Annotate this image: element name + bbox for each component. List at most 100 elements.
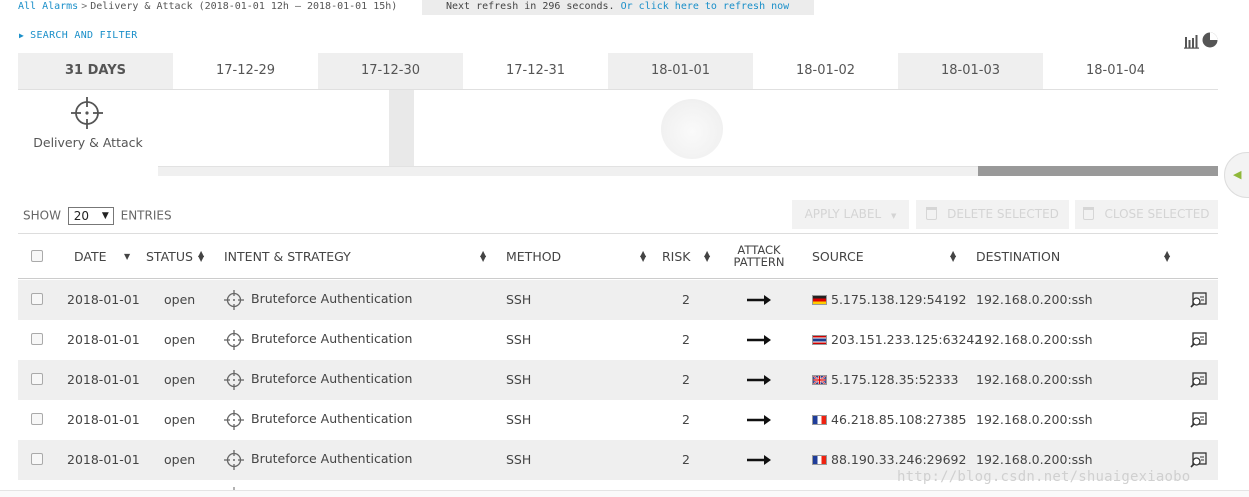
row-source-text: 203.151.233.125:63242 <box>831 332 983 347</box>
column-header-method[interactable]: METHOD ▲ ▼ <box>506 234 646 279</box>
row-status: open <box>164 412 196 427</box>
page-size-select[interactable]: 20 ▼ <box>67 207 114 225</box>
column-header-status[interactable]: STATUS ▲ ▼ <box>146 234 204 279</box>
search-filter-label: SEARCH AND FILTER <box>30 30 138 41</box>
table-row[interactable]: 2018-01-01 open Bruteforce Authenticatio… <box>18 320 1218 360</box>
arrow-right-icon <box>747 335 771 345</box>
tab-18-01-03[interactable]: 18-01-03 <box>898 53 1043 89</box>
tab-17-12-29[interactable]: 17-12-29 <box>173 53 318 89</box>
trash-icon <box>926 207 938 220</box>
details-icon[interactable] <box>1190 332 1207 348</box>
chevron-down-icon: ▼ <box>101 211 109 221</box>
refresh-now-link[interactable]: Or click here to refresh now <box>621 1 790 12</box>
column-header-destination[interactable]: DESTINATION ▲ ▼ <box>976 234 1170 279</box>
row-checkbox[interactable] <box>31 293 43 305</box>
bottom-status-bar <box>0 490 1249 497</box>
row-destination[interactable]: 192.168.0.200:ssh <box>976 360 1093 400</box>
bar-pie-chart-icon[interactable] <box>1184 31 1218 49</box>
timeline-scrollbar-thumb[interactable] <box>978 166 1218 176</box>
tab-18-01-04[interactable]: 18-01-04 <box>1043 53 1188 89</box>
tab-18-01-02[interactable]: 18-01-02 <box>753 53 898 89</box>
close-selected-button[interactable]: CLOSE SELECTED <box>1075 200 1218 229</box>
row-intent[interactable]: Bruteforce Authentication <box>251 360 412 400</box>
timeline-tabs: 31 DAYS 17-12-29 17-12-30 17-12-31 18-01… <box>18 53 1190 89</box>
row-intent[interactable]: Bruteforce Authentication <box>251 400 412 440</box>
row-source-text: 46.218.85.108:27385 <box>831 412 967 427</box>
column-header-source[interactable]: SOURCE ▲ ▼ <box>812 234 956 279</box>
crosshair-icon <box>71 97 103 129</box>
row-intent[interactable]: Bruteforce Authentication <box>251 280 412 320</box>
column-status-label: STATUS <box>146 249 193 264</box>
select-all-checkbox[interactable] <box>31 250 43 262</box>
row-intent[interactable]: Bruteforce Authentication <box>251 320 412 360</box>
column-risk-label: RISK <box>662 249 691 264</box>
table-row[interactable]: 2018-01-01 open Bruteforce Authenticatio… <box>18 280 1218 320</box>
search-and-filter-toggle[interactable]: ▶ SEARCH AND FILTER <box>19 30 138 41</box>
column-destination-label: DESTINATION <box>976 249 1061 264</box>
row-source[interactable]: 203.151.233.125:63242 <box>812 320 982 360</box>
sort-icon: ▲ ▼ <box>198 249 205 263</box>
crosshair-icon <box>224 370 244 390</box>
close-selected-text: CLOSE SELECTED <box>1104 207 1210 221</box>
watermark-text: http://blog.csdn.net/shuaigexiaobo <box>897 469 1191 485</box>
details-icon[interactable] <box>1190 292 1207 308</box>
flag-france-icon <box>812 455 827 465</box>
table-row[interactable]: 2018-01-01 open Bruteforce Authenticatio… <box>18 360 1218 400</box>
row-status: open <box>164 292 196 307</box>
row-checkbox[interactable] <box>31 333 43 345</box>
row-checkbox[interactable] <box>31 413 43 425</box>
details-icon[interactable] <box>1190 412 1207 428</box>
row-checkbox[interactable] <box>31 453 43 465</box>
row-status: open <box>164 332 196 347</box>
sort-icon: ▲ ▼ <box>950 249 957 263</box>
details-icon[interactable] <box>1190 372 1207 388</box>
refresh-countdown: Next refresh in 296 seconds. <box>446 1 615 12</box>
row-method: SSH <box>506 452 532 467</box>
arrow-right-icon <box>747 295 771 305</box>
column-method-label: METHOD <box>506 249 562 264</box>
row-intent[interactable]: Bruteforce Authentication <box>251 440 412 480</box>
sort-icon: ▲ ▼ <box>640 249 647 263</box>
side-panel-handle[interactable]: ◀ <box>1224 152 1249 198</box>
column-header-risk[interactable]: RISK ▲ ▼ <box>662 234 710 279</box>
row-date: 2018-01-01 <box>67 412 140 427</box>
column-intent-label: INTENT & STRATEGY <box>224 249 351 264</box>
tab-31-days[interactable]: 31 DAYS <box>18 53 173 89</box>
row-source[interactable]: 5.175.138.129:54192 <box>812 280 966 320</box>
flag-thailand-icon <box>812 335 827 345</box>
row-destination[interactable]: 192.168.0.200:ssh <box>976 400 1093 440</box>
arrow-right-icon <box>747 455 771 465</box>
table-row[interactable]: 2018-01-01 open Bruteforce Authenticatio… <box>18 400 1218 440</box>
caret-down-icon: ▼ <box>891 212 897 220</box>
row-date: 2018-01-01 <box>67 452 140 467</box>
flag-uk-icon <box>812 375 827 385</box>
column-header-date[interactable]: DATE ▼ <box>74 234 130 279</box>
row-source-text: 5.175.128.35:52333 <box>831 372 959 387</box>
tab-18-01-01[interactable]: 18-01-01 <box>608 53 753 89</box>
alarm-bubble[interactable] <box>661 99 723 159</box>
row-method: SSH <box>506 332 532 347</box>
row-destination[interactable]: 192.168.0.200:ssh <box>976 280 1093 320</box>
row-method: SSH <box>506 292 532 307</box>
breadcrumb-current: Delivery & Attack (2018-01-01 12h — 2018… <box>90 1 398 12</box>
delete-selected-button[interactable]: DELETE SELECTED <box>916 200 1069 229</box>
row-checkbox[interactable] <box>31 373 43 385</box>
apply-label-button[interactable]: APPLY LABEL ▼ <box>792 200 909 229</box>
alarm-table-body: 2018-01-01 open Bruteforce Authenticatio… <box>18 280 1218 480</box>
row-source[interactable]: 46.218.85.108:27385 <box>812 400 966 440</box>
apply-label-text: APPLY LABEL <box>804 207 882 221</box>
triangle-right-icon: ▶ <box>19 31 25 40</box>
details-icon[interactable] <box>1190 452 1207 468</box>
row-method: SSH <box>506 372 532 387</box>
row-source[interactable]: 5.175.128.35:52333 <box>812 360 958 400</box>
column-header-intent[interactable]: INTENT & STRATEGY ▲ ▼ <box>224 234 486 279</box>
row-destination[interactable]: 192.168.0.200:ssh <box>976 320 1093 360</box>
trash-icon <box>1083 207 1095 220</box>
tab-17-12-30[interactable]: 17-12-30 <box>318 53 463 89</box>
timeline-day-band <box>389 90 414 166</box>
breadcrumb-all-alarms-link[interactable]: All Alarms <box>18 1 78 12</box>
row-date: 2018-01-01 <box>67 372 140 387</box>
table-header: DATE ▼ STATUS ▲ ▼ INTENT & STRATEGY ▲ ▼ ME… <box>18 234 1218 279</box>
column-pattern-label: PATTERN <box>733 255 785 269</box>
tab-17-12-31[interactable]: 17-12-31 <box>463 53 608 89</box>
